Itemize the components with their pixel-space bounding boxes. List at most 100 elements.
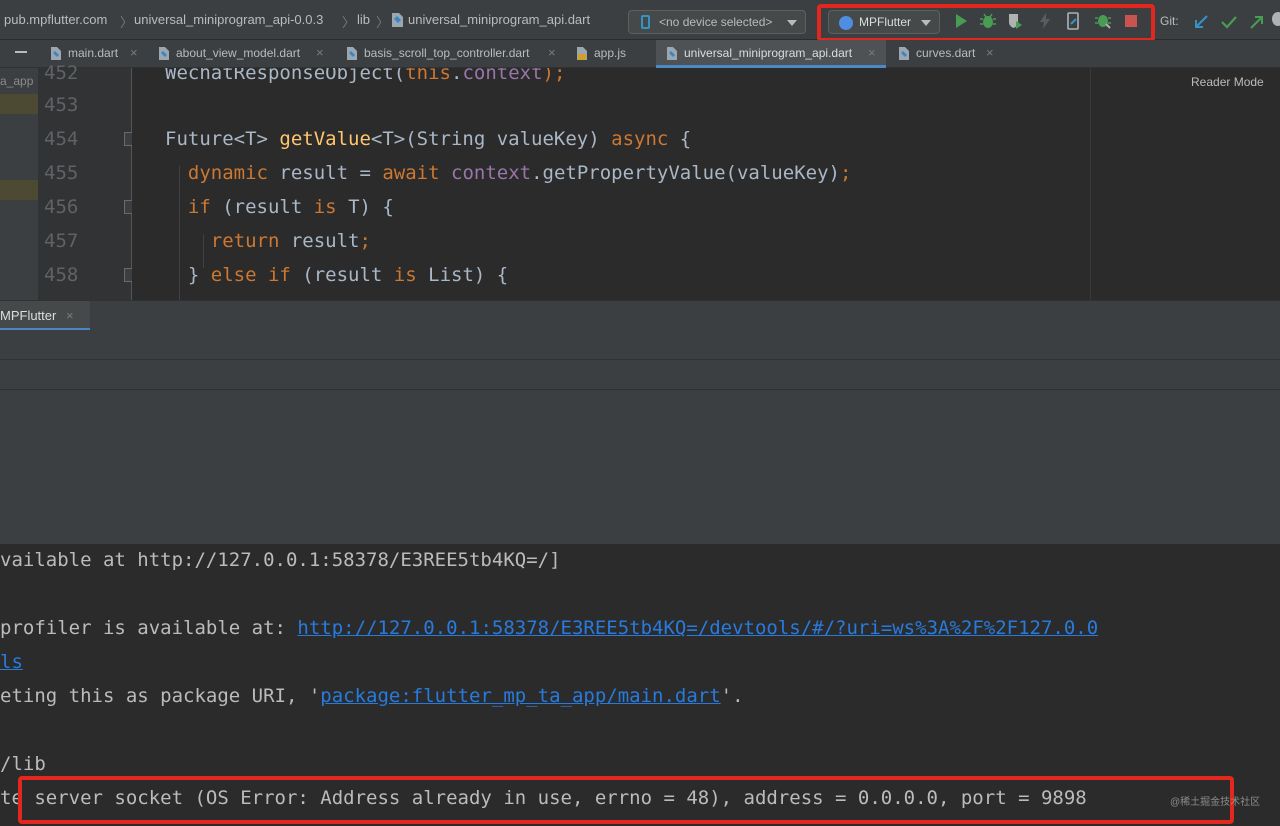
git-update-icon[interactable] — [1192, 13, 1210, 31]
stop-icon[interactable] — [1122, 12, 1140, 30]
code-token: vailable at http://127.0.0.1:58378/E3REE… — [0, 549, 561, 571]
code-token: async — [611, 128, 669, 150]
debug-icon[interactable] — [979, 12, 997, 30]
navigation-bar: pub.mpflutter.com 〉 universal_miniprogra… — [0, 0, 1280, 42]
breadcrumb-item[interactable]: universal_miniprogram_api.dart — [408, 12, 590, 27]
project-tree-item[interactable]: a_app — [0, 74, 33, 88]
tab-label: main.dart — [68, 46, 119, 60]
tab-run-mpflutter[interactable]: MPFlutter × — [0, 301, 90, 331]
tab-about-view-model-dart[interactable]: about_view_model.dart × — [158, 40, 334, 68]
breadcrumb-item[interactable]: universal_miniprogram_api-0.0.3 — [134, 12, 323, 27]
git-push-icon[interactable] — [1248, 13, 1266, 31]
code-token: . — [450, 68, 463, 84]
code-token: dynamic — [187, 162, 268, 184]
line-number: 453 — [44, 94, 79, 116]
run-configuration-label: MPFlutter — [859, 15, 912, 29]
code-token: context — [462, 68, 543, 84]
console-line: profiler is available at: http://127.0.0… — [0, 617, 1098, 639]
hot-reload-icon[interactable] — [1036, 12, 1054, 30]
tab-universal-miniprogram-api-dart[interactable]: universal_miniprogram_api.dart × — [656, 40, 886, 68]
console-line: te server socket (OS Error: Address alre… — [0, 787, 1087, 809]
code-token: List) { — [416, 264, 509, 286]
console-link[interactable]: http://127.0.0.1:58378/E3REE5tb4KQ=/devt… — [297, 617, 1098, 639]
phone-icon — [641, 15, 650, 29]
close-icon[interactable]: × — [986, 45, 994, 60]
run-icon[interactable] — [952, 12, 970, 30]
tab-label: universal_miniprogram_api.dart — [684, 46, 853, 60]
chevron-down-icon — [787, 20, 797, 26]
project-tree-selection[interactable] — [0, 94, 38, 114]
code-token: result — [279, 230, 360, 252]
tab-basis-scroll-top-controller-dart[interactable]: basis_scroll_top_controller.dart × — [346, 40, 564, 68]
breadcrumb-item[interactable]: pub.mpflutter.com — [4, 12, 107, 27]
tab-label: curves.dart — [916, 46, 976, 60]
close-icon[interactable]: × — [548, 45, 556, 60]
code-token: ; — [839, 162, 852, 184]
breadcrumb-item[interactable]: lib — [357, 12, 370, 27]
console-output[interactable]: vailable at http://127.0.0.1:58378/E3REE… — [0, 544, 1280, 826]
code-line: WechatResponseObject(this.context); — [165, 68, 565, 84]
tab-label: about_view_model.dart — [176, 46, 301, 60]
project-tree-selection[interactable] — [0, 180, 38, 200]
code-token: { — [668, 128, 692, 150]
tab-label: app.js — [594, 46, 627, 60]
tab-app-js[interactable]: app.js — [576, 40, 650, 68]
line-number: 456 — [44, 196, 79, 218]
project-panel: a_app — [0, 68, 38, 300]
code-token: Future<T> — [165, 128, 280, 150]
code-token: context — [451, 162, 532, 184]
coverage-icon[interactable] — [1006, 12, 1024, 30]
attach-debugger-icon[interactable] — [1094, 12, 1112, 30]
code-token: ); — [542, 68, 566, 84]
console-link[interactable]: ls — [0, 651, 23, 673]
reader-mode-toggle[interactable]: Reader Mode — [1191, 75, 1264, 89]
close-icon[interactable]: × — [316, 45, 324, 60]
code-token: result = — [267, 162, 383, 184]
close-icon[interactable]: × — [130, 45, 138, 60]
line-number-gutter: 452 453 454 455 456 457 458 — [38, 62, 110, 300]
code-line: Future<T> getValue<T>(String valueKey) a… — [165, 128, 691, 150]
history-icon[interactable] — [1272, 12, 1280, 26]
code-token: return — [210, 230, 280, 252]
code-token: (result — [210, 196, 314, 218]
code-editor[interactable]: WechatResponseObject(this.context); Futu… — [132, 68, 1090, 300]
breadcrumb-separator: 〉 — [342, 15, 356, 30]
console-line: /lib — [0, 753, 46, 775]
hot-restart-icon[interactable] — [1064, 12, 1082, 30]
code-line: if (result is T) { — [165, 196, 394, 218]
code-token: profiler is available at: — [0, 617, 298, 639]
code-token: is — [393, 264, 417, 286]
chevron-down-icon — [921, 20, 931, 26]
code-token: if — [187, 196, 211, 218]
fold-gutter — [110, 68, 132, 300]
console-link[interactable]: package:flutter_mp_ta_app/main.dart — [320, 685, 720, 707]
run-configuration-selector[interactable]: MPFlutter — [828, 10, 940, 34]
code-token: this — [405, 68, 451, 84]
tab-curves-dart[interactable]: curves.dart × — [898, 40, 1002, 68]
run-tool-window-header: MPFlutter × — [0, 300, 1280, 331]
close-icon[interactable]: × — [66, 308, 74, 323]
code-token: .getPropertyValue(valueKey) — [531, 162, 840, 184]
git-commit-icon[interactable] — [1220, 13, 1238, 31]
dart-file-icon — [667, 47, 677, 60]
tab-label: basis_scroll_top_controller.dart — [364, 46, 530, 60]
close-icon[interactable]: × — [868, 45, 876, 60]
minus-icon[interactable] — [15, 51, 27, 53]
watermark: @稀土掘金技术社区 — [1170, 797, 1261, 808]
run-tab-label: MPFlutter — [0, 308, 57, 323]
dart-file-icon — [392, 13, 403, 27]
line-number: 458 — [44, 264, 79, 286]
code-token: <T>(String valueKey) — [370, 128, 612, 150]
git-label: Git: — [1160, 14, 1179, 28]
line-number: 457 — [44, 230, 79, 252]
code-token: '. — [720, 685, 744, 707]
flutter-icon — [839, 16, 853, 30]
device-selector-label: <no device selected> — [659, 15, 773, 29]
console-line: ls — [0, 651, 23, 673]
device-selector[interactable]: <no device selected> — [628, 10, 806, 34]
js-file-icon — [577, 47, 587, 60]
dart-file-icon — [347, 47, 357, 60]
